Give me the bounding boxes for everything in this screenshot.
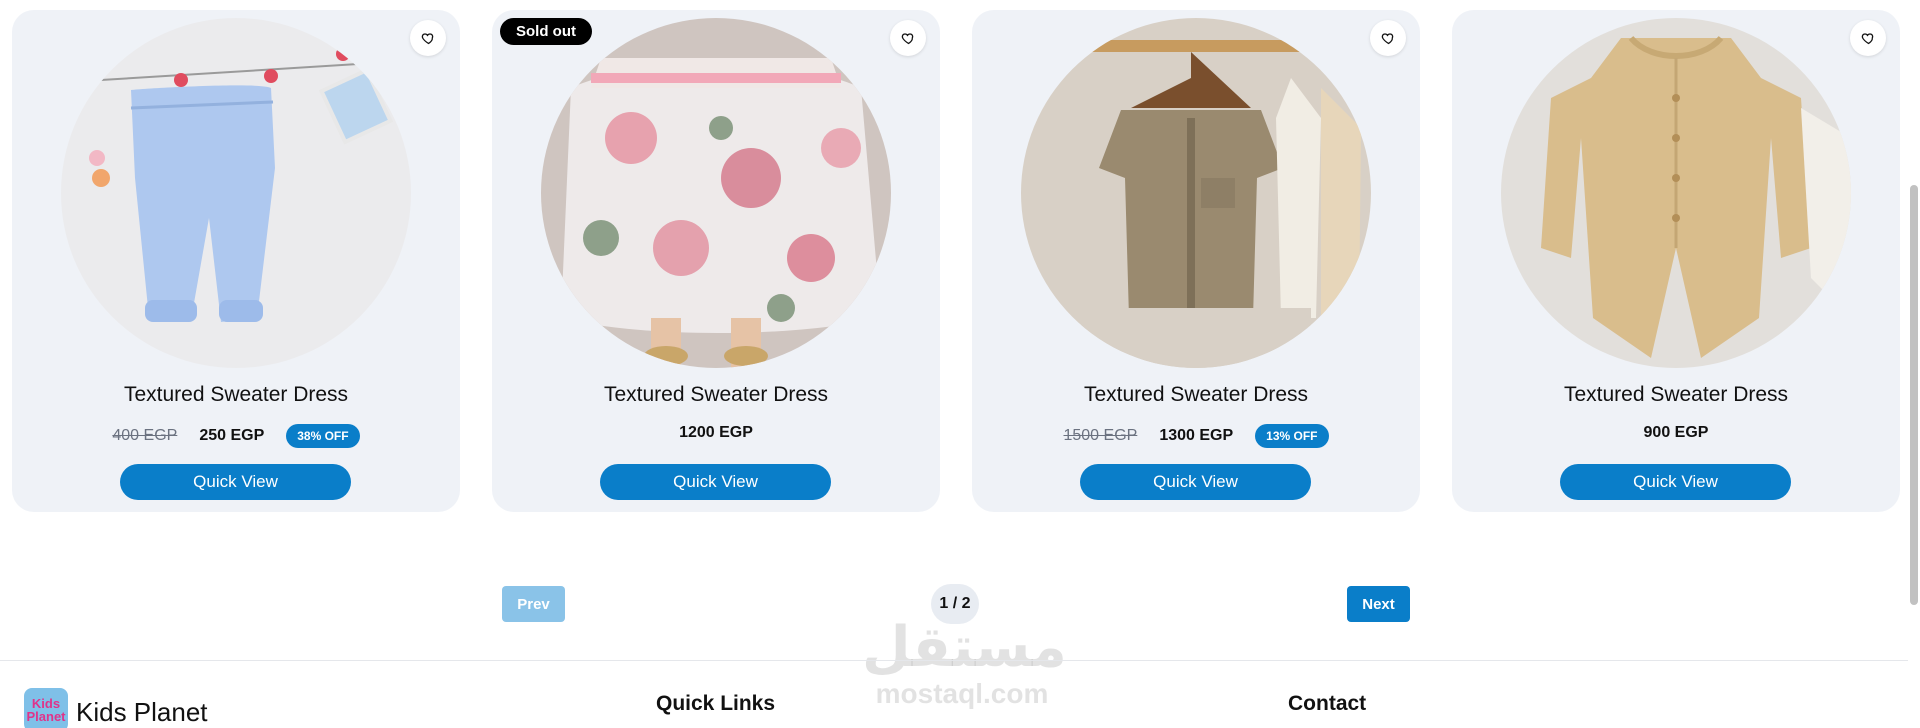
page: Textured Sweater Dress 400 EGP 250 EGP 3… (0, 0, 1920, 728)
original-price: 400 EGP (112, 427, 178, 444)
product-title: Textured Sweater Dress (1083, 383, 1309, 406)
page-indicator: 1 / 2 (931, 584, 979, 624)
quick-view-button[interactable]: Quick View (1560, 464, 1791, 500)
current-price: 1300 EGP (1159, 427, 1234, 444)
product-card: Textured Sweater Dress 900 EGP Quick Vie… (1452, 10, 1900, 512)
heart-icon (421, 32, 433, 44)
brand-logo[interactable]: Kids Planet (24, 688, 68, 728)
wishlist-button[interactable] (890, 20, 926, 56)
prev-page-button[interactable]: Prev (502, 586, 565, 622)
discount-badge: 38% OFF (286, 424, 360, 448)
price-row: 1200 EGP (492, 424, 940, 442)
product-title: Textured Sweater Dress (1563, 383, 1789, 406)
watermark-latin: mostaql.com (875, 678, 1049, 709)
next-page-button[interactable]: Next (1347, 586, 1410, 622)
wishlist-button[interactable] (1370, 20, 1406, 56)
scrollbar[interactable] (1908, 0, 1920, 728)
heart-icon (1381, 32, 1393, 44)
quick-links-heading: Quick Links (656, 692, 776, 715)
wishlist-button[interactable] (410, 20, 446, 56)
current-price: 250 EGP (199, 427, 265, 444)
current-price: 900 EGP (1643, 424, 1709, 441)
quick-view-button[interactable]: Quick View (120, 464, 351, 500)
quick-view-button[interactable]: Quick View (600, 464, 831, 500)
product-image[interactable] (1501, 18, 1851, 368)
price-row: 1500 EGP 1300 EGP 13% OFF (972, 424, 1420, 448)
watermark-arabic: مستقل (862, 615, 1067, 680)
quick-view-button[interactable]: Quick View (1080, 464, 1311, 500)
price-row: 900 EGP (1452, 424, 1900, 442)
product-card: Textured Sweater Dress 400 EGP 250 EGP 3… (12, 10, 460, 512)
product-title: Textured Sweater Dress (123, 383, 349, 406)
current-price: 1200 EGP (679, 424, 753, 441)
sold-out-badge: Sold out (500, 18, 592, 45)
product-image[interactable] (61, 18, 411, 368)
scrollbar-thumb[interactable] (1910, 185, 1918, 605)
discount-badge: 13% OFF (1255, 424, 1329, 448)
product-image[interactable] (541, 18, 891, 368)
product-image[interactable] (1021, 18, 1371, 368)
contact-heading: Contact (1288, 692, 1367, 715)
price-row: 400 EGP 250 EGP 38% OFF (12, 424, 460, 448)
heart-icon (901, 32, 913, 44)
product-title: Textured Sweater Dress (603, 383, 829, 406)
wishlist-button[interactable] (1850, 20, 1886, 56)
footer-divider (0, 660, 1910, 661)
product-card: Sold out Textured Sweater Dress 1200 EGP… (492, 10, 940, 512)
original-price: 1500 EGP (1063, 427, 1138, 444)
product-grid: Textured Sweater Dress 400 EGP 250 EGP 3… (12, 10, 1900, 512)
brand-name: Kids Planet (76, 697, 208, 727)
watermark: مستقل mostaql.com (862, 615, 1067, 709)
product-card: Textured Sweater Dress 1500 EGP 1300 EGP… (972, 10, 1420, 512)
heart-icon (1861, 32, 1873, 44)
logo-text: Kids Planet (26, 696, 66, 724)
